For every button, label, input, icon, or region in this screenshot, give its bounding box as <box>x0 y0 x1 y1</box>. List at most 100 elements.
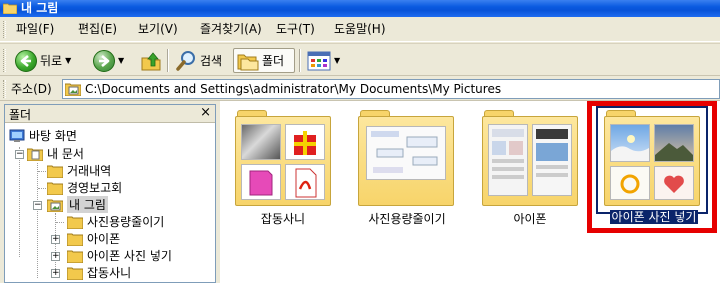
folder-thumbnail[interactable] <box>358 110 454 206</box>
tree-connector <box>38 171 46 172</box>
item-label[interactable]: 아이폰 <box>490 210 570 227</box>
folders-icon <box>237 54 259 70</box>
tree-item-iphone[interactable]: 아이폰 <box>67 230 120 247</box>
folder-thumbnail[interactable] <box>235 110 331 206</box>
folders-button-label: 폴더 <box>262 54 285 68</box>
close-icon[interactable]: × <box>200 105 211 120</box>
folder-icon <box>67 233 83 246</box>
tree-item-label: 경영보고회 <box>67 181 123 195</box>
tree-item-my-pictures[interactable]: 내 그림 <box>47 196 108 213</box>
title-bar[interactable]: 내 그림 <box>0 0 720 17</box>
sky-photo-thumbnail <box>610 124 650 162</box>
tree-item-label: 아이폰 사진 넣기 <box>87 249 172 263</box>
address-bar-grip[interactable] <box>3 80 6 98</box>
tree-item-label: 내 문서 <box>47 147 84 161</box>
landscape-photo-thumbnail <box>654 124 694 162</box>
tree-connector <box>37 163 38 278</box>
toolbar-grip[interactable] <box>3 49 6 72</box>
menu-help[interactable]: 도움말(H) <box>330 21 390 38</box>
tree-connector <box>56 222 64 223</box>
folder-pane-header: 폴더 × <box>5 105 215 123</box>
pdf-thumbnail <box>285 164 325 200</box>
menu-bar: 파일(F) 편집(E) 보기(V) 즐겨찾기(A) 도구(T) 도움말(H) <box>0 17 720 42</box>
tree-item-misc[interactable]: 잡동사니 <box>67 264 131 281</box>
my-documents-icon <box>27 148 43 161</box>
address-input[interactable]: C:\Documents and Settings\administrator\… <box>62 79 720 99</box>
tree-item-iphone-photos[interactable]: 아이폰 사진 넣기 <box>67 247 172 264</box>
ring-photo-thumbnail <box>610 166 650 200</box>
tree-connector <box>38 188 46 189</box>
book-thumbnail <box>241 164 281 200</box>
selected-item-label: 아이폰 사진 넣기 <box>609 210 699 224</box>
file-view: 잡동사니 사진용량줄이기 아이폰 아이폰 사진 넣기 <box>220 101 720 283</box>
folder-thumbnail[interactable] <box>482 110 578 206</box>
tree-item-my-documents[interactable]: 내 문서 <box>27 145 84 162</box>
tree-item-transactions[interactable]: 거래내역 <box>47 162 111 179</box>
menu-view[interactable]: 보기(V) <box>134 21 182 38</box>
my-pictures-icon <box>65 83 81 96</box>
tree-collapse-toggle[interactable]: − <box>15 150 24 159</box>
folder-icon <box>3 3 17 14</box>
folder-icon <box>67 216 83 229</box>
item-label[interactable]: 잡동사니 <box>243 210 323 227</box>
address-label: 주소(D) <box>11 82 52 96</box>
tree-item-photo-resize[interactable]: 사진용량줄이기 <box>67 213 164 230</box>
forward-dropdown-icon[interactable]: ▼ <box>118 56 124 65</box>
views-icon <box>307 51 331 70</box>
folder-tree-pane: 폴더 × 바탕 화면 − 내 문서 거래내역 경영보고회 − 내 그림 사진용량… <box>4 104 216 283</box>
folder-pane-title: 폴더 <box>9 108 32 122</box>
my-pictures-icon <box>47 199 63 212</box>
tree-collapse-toggle[interactable]: − <box>33 201 42 210</box>
desktop-icon <box>9 129 25 142</box>
tree-expand-toggle[interactable]: + <box>51 252 60 261</box>
tree-item-management-report[interactable]: 경영보고회 <box>47 179 122 196</box>
item-label-selected[interactable]: 아이폰 사진 넣기 <box>601 208 707 225</box>
search-button-label: 검색 <box>200 54 223 68</box>
folder-icon <box>47 165 63 178</box>
screenshot-thumbnail <box>366 126 446 180</box>
menu-file[interactable]: 파일(F) <box>12 21 58 38</box>
item-label[interactable]: 사진용량줄이기 <box>354 210 460 227</box>
tree-expand-toggle[interactable]: + <box>51 269 60 278</box>
standard-toolbar: 뒤로 ▼ ▼ 검색 폴더 ▼ <box>0 43 720 76</box>
tree-item-label: 내 그림 <box>67 196 108 213</box>
menu-tools[interactable]: 도구(T) <box>272 21 319 38</box>
toolbar-separator <box>167 49 169 72</box>
tree-item-label: 잡동사니 <box>87 266 132 280</box>
up-folder-icon <box>141 51 161 70</box>
search-icon <box>176 50 195 71</box>
menu-favorites[interactable]: 즐겨찾기(A) <box>196 21 266 38</box>
toolbar-separator <box>299 49 301 72</box>
folder-icon <box>47 182 63 195</box>
views-dropdown-icon[interactable]: ▼ <box>334 56 340 65</box>
back-arrow-icon <box>15 49 37 72</box>
back-dropdown-icon[interactable]: ▼ <box>65 56 71 65</box>
back-button[interactable]: 뒤로 ▼ <box>12 48 74 73</box>
search-button[interactable]: 검색 <box>172 48 225 73</box>
gift-box-thumbnail <box>285 124 325 160</box>
tree-item-label: 거래내역 <box>67 164 112 178</box>
folders-button[interactable]: 폴더 <box>233 48 295 73</box>
menu-bar-grip[interactable] <box>3 21 6 38</box>
window-title: 내 그림 <box>21 1 59 15</box>
screenshot-thumbnail <box>532 124 572 196</box>
menu-edit[interactable]: 편집(E) <box>74 21 121 38</box>
cat-photo-thumbnail <box>241 124 281 160</box>
back-button-label: 뒤로 <box>40 54 63 68</box>
forward-arrow-icon <box>93 49 115 72</box>
explorer-window: 내 그림 파일(F) 편집(E) 보기(V) 즐겨찾기(A) 도구(T) 도움말… <box>0 0 720 283</box>
folder-icon <box>67 267 83 280</box>
tree-item-label: 아이폰 <box>87 232 121 246</box>
views-button[interactable]: ▼ <box>304 48 343 73</box>
forward-button[interactable]: ▼ <box>90 48 127 73</box>
address-value: C:\Documents and Settings\administrator\… <box>85 82 502 96</box>
heart-photo-thumbnail <box>654 166 694 200</box>
folder-icon <box>67 250 83 263</box>
tree-item-label: 바탕 화면 <box>29 129 77 143</box>
tree-connector <box>19 147 20 257</box>
folder-thumbnail-selected[interactable] <box>604 110 700 206</box>
tree-expand-toggle[interactable]: + <box>51 235 60 244</box>
tree-item-desktop[interactable]: 바탕 화면 <box>9 127 77 144</box>
tree-item-label: 사진용량줄이기 <box>87 215 165 229</box>
up-folder-button[interactable] <box>137 48 165 73</box>
